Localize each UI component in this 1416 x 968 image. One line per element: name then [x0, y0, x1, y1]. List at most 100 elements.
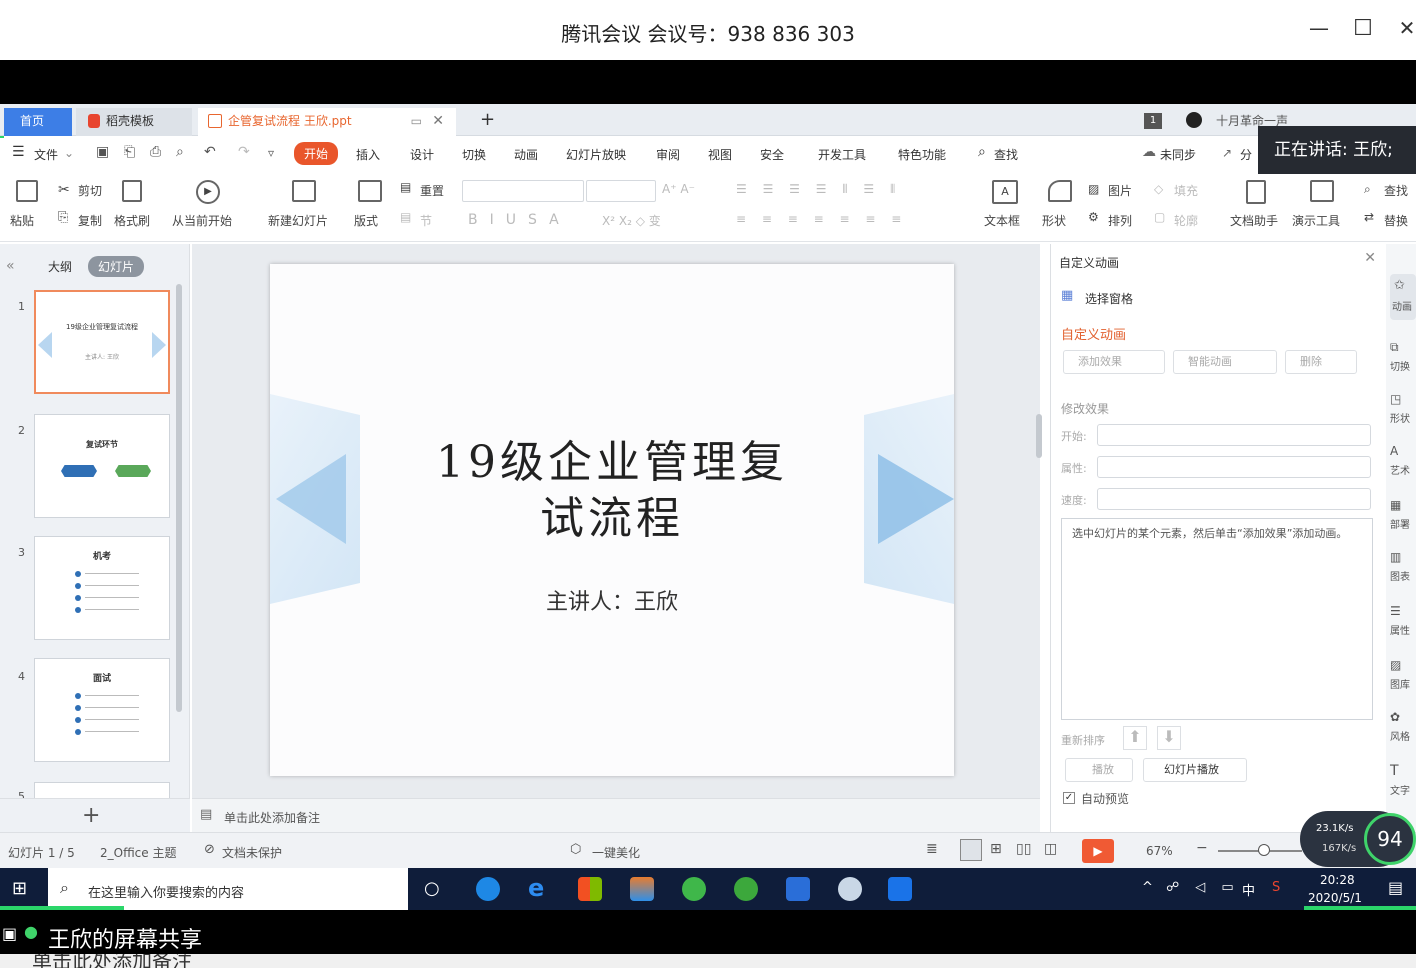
menu-view[interactable]: 视图	[708, 146, 732, 163]
print-icon[interactable]: ⎙	[150, 144, 161, 160]
format-painter-icon[interactable]	[122, 180, 142, 202]
taskbar-search[interactable]: ⌕ 在这里输入你要搜索的内容	[48, 868, 408, 910]
tab-slides[interactable]: 幻灯片	[88, 256, 145, 277]
section-button[interactable]: 节	[420, 212, 432, 229]
winrar-icon[interactable]	[630, 877, 654, 901]
slide-thumb-1[interactable]: 19级企业管理复试流程 主讲人: 王欣	[34, 290, 170, 394]
side-tool-layout[interactable]: ▦ 部署	[1390, 494, 1410, 532]
collapse-icon[interactable]: «	[6, 258, 15, 274]
avatar[interactable]	[1186, 112, 1202, 128]
slide-thumb-5[interactable]	[34, 782, 170, 798]
animation-list[interactable]: 选中幻灯片的某个元素，然后单击“添加效果”添加动画。	[1061, 518, 1373, 720]
side-tool-gallery[interactable]: ▨ 图库	[1390, 654, 1410, 692]
notification-icon[interactable]: ▤	[1388, 878, 1403, 897]
shape-button[interactable]: 形状	[1042, 212, 1066, 229]
side-tool-transition[interactable]: ⧉ 切换	[1390, 336, 1410, 374]
move-down-icon[interactable]: ⬇	[1157, 726, 1181, 750]
text-format-icons[interactable]: BIUSA	[468, 212, 571, 228]
copy-button[interactable]: 复制	[78, 212, 102, 229]
theme-name[interactable]: 2_Office 主题	[100, 844, 176, 861]
zoom-slider-thumb[interactable]	[1258, 844, 1270, 856]
outline-icon[interactable]: ▢	[1154, 210, 1165, 224]
menu-home[interactable]: 开始	[294, 142, 339, 165]
app-icon[interactable]	[838, 877, 862, 901]
customize-icon[interactable]: ▿	[268, 146, 274, 160]
window-count-icon[interactable]: 1	[1144, 113, 1162, 129]
replace-icon[interactable]: ⇄	[1364, 210, 1374, 224]
share-label[interactable]: 分	[1240, 146, 1252, 163]
list-icons[interactable]: ☰ ☰ ☰ ☰ ⦀ ☰ ⦀	[736, 182, 901, 197]
print-preview-icon[interactable]: ⌕	[176, 144, 184, 160]
select-pane-button[interactable]: 选择窗格	[1085, 290, 1133, 307]
browser-icon[interactable]	[734, 877, 758, 901]
scrollbar[interactable]	[176, 284, 182, 712]
hamburger-icon[interactable]: ☰	[12, 144, 25, 160]
replace-button[interactable]: 替换	[1384, 212, 1408, 229]
reset-button[interactable]: 重置	[420, 182, 444, 199]
outline-button[interactable]: 轮廓	[1174, 212, 1198, 229]
copy-icon[interactable]: ⎘	[58, 210, 68, 225]
move-up-icon[interactable]: ⬆	[1123, 726, 1147, 750]
sync-status[interactable]: 未同步	[1160, 146, 1196, 163]
superscript-icon[interactable]: X² X₂ ◇ 变	[602, 212, 661, 229]
font-name-select[interactable]	[462, 180, 584, 202]
arrange-button[interactable]: 排列	[1108, 212, 1132, 229]
wechat-icon[interactable]	[682, 877, 706, 901]
slide-thumb-3[interactable]: 机考	[34, 536, 170, 640]
start-select[interactable]	[1097, 424, 1371, 446]
paste-button[interactable]: 粘贴	[10, 212, 34, 229]
arrange-icon[interactable]: ⚙	[1088, 210, 1099, 224]
presenter-tools-icon[interactable]	[1310, 180, 1334, 202]
side-tool-text[interactable]: T 文字	[1390, 760, 1410, 798]
beautify-button[interactable]: 一键美化	[592, 844, 640, 861]
play-slideshow-icon[interactable]: ▶	[1082, 839, 1114, 863]
layout-button[interactable]: 版式	[354, 212, 378, 229]
undo-icon[interactable]: ↶	[204, 144, 216, 160]
sorter-view-icon[interactable]: ⊞	[990, 841, 1002, 857]
notes-toggle-icon[interactable]: ≣	[926, 841, 938, 857]
tab-home[interactable]: 首页	[4, 108, 72, 136]
tray-chevron-icon[interactable]: ^	[1142, 880, 1153, 895]
zoom-out-icon[interactable]: −	[1196, 840, 1208, 856]
export-icon[interactable]: ⎗	[124, 144, 135, 160]
presenter-view-icon[interactable]: ◫	[1044, 841, 1057, 857]
new-slide-button[interactable]: 新建幻灯片	[268, 212, 328, 229]
menu-slideshow[interactable]: 幻灯片放映	[566, 146, 626, 163]
autopreview-checkbox[interactable]: ✓	[1063, 792, 1075, 804]
windows-start-icon[interactable]: ⊞	[12, 878, 27, 899]
tencent-meeting-icon[interactable]	[888, 877, 912, 901]
notes-placeholder[interactable]: 单击此处添加备注	[224, 809, 320, 826]
close-icon[interactable]: ✕	[1364, 250, 1376, 266]
doc-helper-button[interactable]: 文档助手	[1230, 212, 1278, 229]
paste-icon[interactable]	[16, 180, 38, 202]
side-tool-chart[interactable]: ▥ 图表	[1390, 546, 1410, 584]
play-icon[interactable]: ▶	[196, 180, 220, 204]
task-view-icon[interactable]: ○	[424, 878, 440, 899]
picture-icon[interactable]: ▨	[1088, 182, 1099, 196]
side-tool-style[interactable]: ✿ 风格	[1390, 706, 1410, 744]
textbox-button[interactable]: 文本框	[984, 212, 1020, 229]
normal-view-icon[interactable]	[960, 839, 982, 861]
menu-insert[interactable]: 插入	[356, 146, 380, 163]
sogou-icon[interactable]: S	[1272, 880, 1280, 895]
font-grow-icon[interactable]: A⁺ A⁻	[662, 182, 695, 196]
menu-developer[interactable]: 开发工具	[818, 146, 866, 163]
shape-icon[interactable]	[1048, 180, 1072, 202]
side-tool-art[interactable]: A 艺术	[1390, 440, 1410, 478]
picture-button[interactable]: 图片	[1108, 182, 1132, 199]
add-effect-button[interactable]: 添加效果	[1063, 350, 1165, 374]
tab-template[interactable]: 稻壳模板	[76, 108, 192, 136]
tab-document[interactable]: 企管复试流程 王欣.ppt ✕ ▭	[198, 108, 456, 136]
add-slide-button[interactable]: +	[82, 803, 100, 828]
fill-icon[interactable]: ◇	[1154, 182, 1163, 196]
slideshow-button[interactable]: 幻灯片播放	[1143, 758, 1247, 782]
new-tab-button[interactable]: +	[470, 108, 500, 136]
chevron-down-icon[interactable]: ⌄	[64, 146, 74, 160]
menu-design[interactable]: 设计	[410, 146, 434, 163]
align-icons[interactable]: ≡ ≡ ≡ ≡ ≡ ≡ ≡	[736, 212, 907, 226]
tab-close-icon[interactable]: ✕	[432, 108, 444, 134]
reset-icon[interactable]: ▤	[400, 180, 411, 194]
word-icon[interactable]	[786, 877, 810, 901]
font-size-select[interactable]	[586, 180, 656, 202]
fill-button[interactable]: 填充	[1174, 182, 1198, 199]
